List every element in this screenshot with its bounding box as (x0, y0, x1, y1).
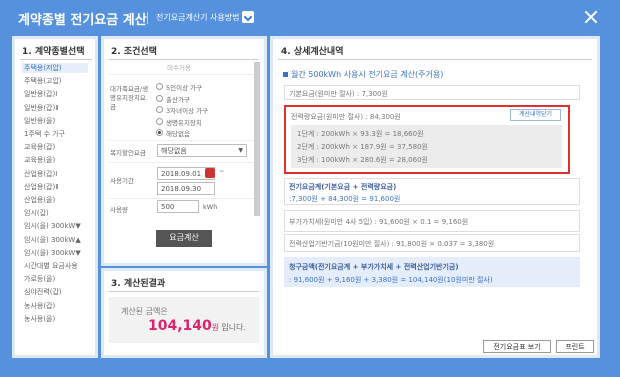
calculate-button[interactable]: 요금계산 (156, 230, 212, 247)
calculator-window: 계약종별 전기요금 계산 전기요금계산기 사용방법 1. 계약종별선택 주택용(… (0, 0, 620, 377)
welfare-radio[interactable] (156, 117, 163, 125)
usage-guide-link[interactable]: 전기요금계산기 사용방법 (156, 12, 240, 23)
divider (109, 198, 259, 199)
welfare-radio-label: 5인이상 가구 (166, 84, 203, 92)
welfare-radio[interactable] (156, 94, 163, 102)
divider (20, 59, 92, 60)
contract-type-item[interactable]: 일반용(을) (24, 116, 55, 126)
condition-title: 2. 조건선택 (111, 47, 157, 57)
step-row: 3단계 : 100kWh × 280.6원 = 28,060원 (297, 156, 428, 164)
divider (109, 291, 259, 292)
contract-type-item[interactable]: 임시(을) 300kW▼ (24, 221, 81, 231)
period-label: 사용기간 (110, 177, 134, 185)
rate-table-button[interactable]: 전기요금표 보기 (483, 340, 551, 353)
contract-type-item[interactable]: 주택용(저압) (22, 63, 88, 73)
result-label: 계산된 금액은 (121, 307, 168, 316)
divider (278, 59, 592, 60)
contract-type-item[interactable]: 임시(갑) (24, 208, 49, 218)
contract-type-item[interactable]: 임시(을) 300kW▲ (24, 235, 81, 245)
vat-text: 부가가치세(원미만 4사 5입) : 91,600원 × 0.1 = 9,160… (289, 218, 469, 226)
fund-text: 전력산업기반기금(10원미만 절사) : 91,800원 × 0.037 = 3… (289, 240, 495, 248)
welfare-group-label: 대가족요금/생명유지장치요금 (110, 85, 149, 111)
contract-type-item[interactable]: 일반용(갑)Ⅰ (24, 89, 57, 99)
result-title: 3. 계산된결과 (111, 279, 166, 289)
step-row: 1단계 : 200kWh × 93.3원 = 18,660원 (297, 130, 424, 138)
print-button[interactable]: 프린트 (556, 340, 594, 353)
welfare-radio-label: 출산가구 (166, 95, 190, 104)
discount-select[interactable]: 해당없음 ▼ (157, 144, 247, 157)
divider (147, 12, 148, 24)
dropdown-arrow-icon: ▼ (238, 147, 243, 154)
contract-type-item[interactable]: 가로등(을) (24, 274, 55, 284)
contract-type-item[interactable]: 산업용(갑)Ⅰ (24, 169, 57, 179)
contract-type-item[interactable]: 농사용(을) (24, 314, 55, 324)
contract-type-item[interactable]: 시간대별 요금사용 (24, 261, 78, 271)
close-detail-button[interactable]: 계산내역닫기 (510, 109, 561, 121)
divider (109, 59, 259, 60)
chevron-down-icon[interactable] (242, 11, 254, 23)
contract-type-item[interactable]: 산업용(을) (24, 195, 55, 205)
total-value: :7,300원 + 84,300원 = 91,600원 (289, 195, 401, 203)
contract-type-item[interactable]: 산업용(갑)Ⅱ (24, 182, 59, 192)
welfare-radio-label: 해당없음 (166, 130, 190, 138)
contract-type-item[interactable]: 1주택 수 가구 (24, 129, 65, 139)
welfare-radio[interactable] (156, 83, 163, 90)
divider (109, 74, 259, 75)
page-title: 계약종별 전기요금 계산 (18, 13, 147, 28)
welfare-radio-label: 생명유지장치 (166, 118, 202, 127)
close-icon[interactable] (584, 10, 598, 24)
result-amount: 104,140원 입니다. (148, 318, 246, 334)
welfare-radio[interactable] (156, 106, 163, 113)
welfare-radio-label: 3자녀이상 가구 (166, 107, 209, 115)
partial-option-label: 미수거용 (167, 64, 191, 72)
contract-type-item[interactable]: 교육용(갑) (24, 142, 55, 152)
usage-label: 사용량 (110, 206, 128, 214)
contract-type-item[interactable]: 임시(을) 300kW▼ (24, 248, 81, 258)
scrollbar-thumb[interactable] (254, 62, 260, 216)
welfare-radio[interactable] (156, 129, 163, 136)
contract-type-item[interactable]: 교육용(을) (24, 155, 55, 165)
discount-label: 복지할인요금 (110, 149, 146, 157)
claim-value: : 91,600원 + 9,160원 + 3,380원 = 104,140원(1… (289, 276, 493, 284)
step-row: 2단계 : 200kWh × 187.9원 = 37,580원 (297, 143, 428, 151)
end-date-input[interactable]: 2018.09.30 (157, 182, 215, 195)
date-range-tilde: ~ (219, 167, 225, 175)
divider (109, 140, 259, 141)
usage-input[interactable]: 500 (157, 200, 199, 213)
claim-label: 청구금액(전기요금계 + 부가가치세 + 전력산업기반기금) (289, 263, 459, 271)
contract-type-item[interactable]: 심야전력(갑) (24, 287, 62, 297)
detail-title: 4. 상세계산내역 (281, 47, 344, 57)
bullet-icon (283, 72, 288, 77)
contract-type-item[interactable]: 농사용(갑) (24, 301, 55, 311)
basic-charge: 기본요금(원미만 절사) : 7,300원 (289, 90, 388, 98)
energy-charge: 전력량요금(원미만 절사) : 84,300원 (291, 113, 401, 121)
contract-type-item[interactable]: 주택용(고압) (24, 76, 62, 86)
contract-type-item[interactable]: 일반용(갑)Ⅱ (24, 103, 59, 113)
divider (109, 162, 259, 163)
calendar-icon[interactable] (205, 168, 215, 178)
summary-text: 월간 500kWh 사용시 전기요금 계산(주거용) (291, 70, 444, 79)
title-bar: 계약종별 전기요금 계산 전기요금계산기 사용방법 (0, 0, 620, 34)
total-label: 전기요금계(기본요금 + 전력량요금) (289, 183, 397, 191)
usage-unit: kWh (203, 203, 218, 211)
contract-type-title: 1. 계약종별선택 (22, 47, 85, 57)
